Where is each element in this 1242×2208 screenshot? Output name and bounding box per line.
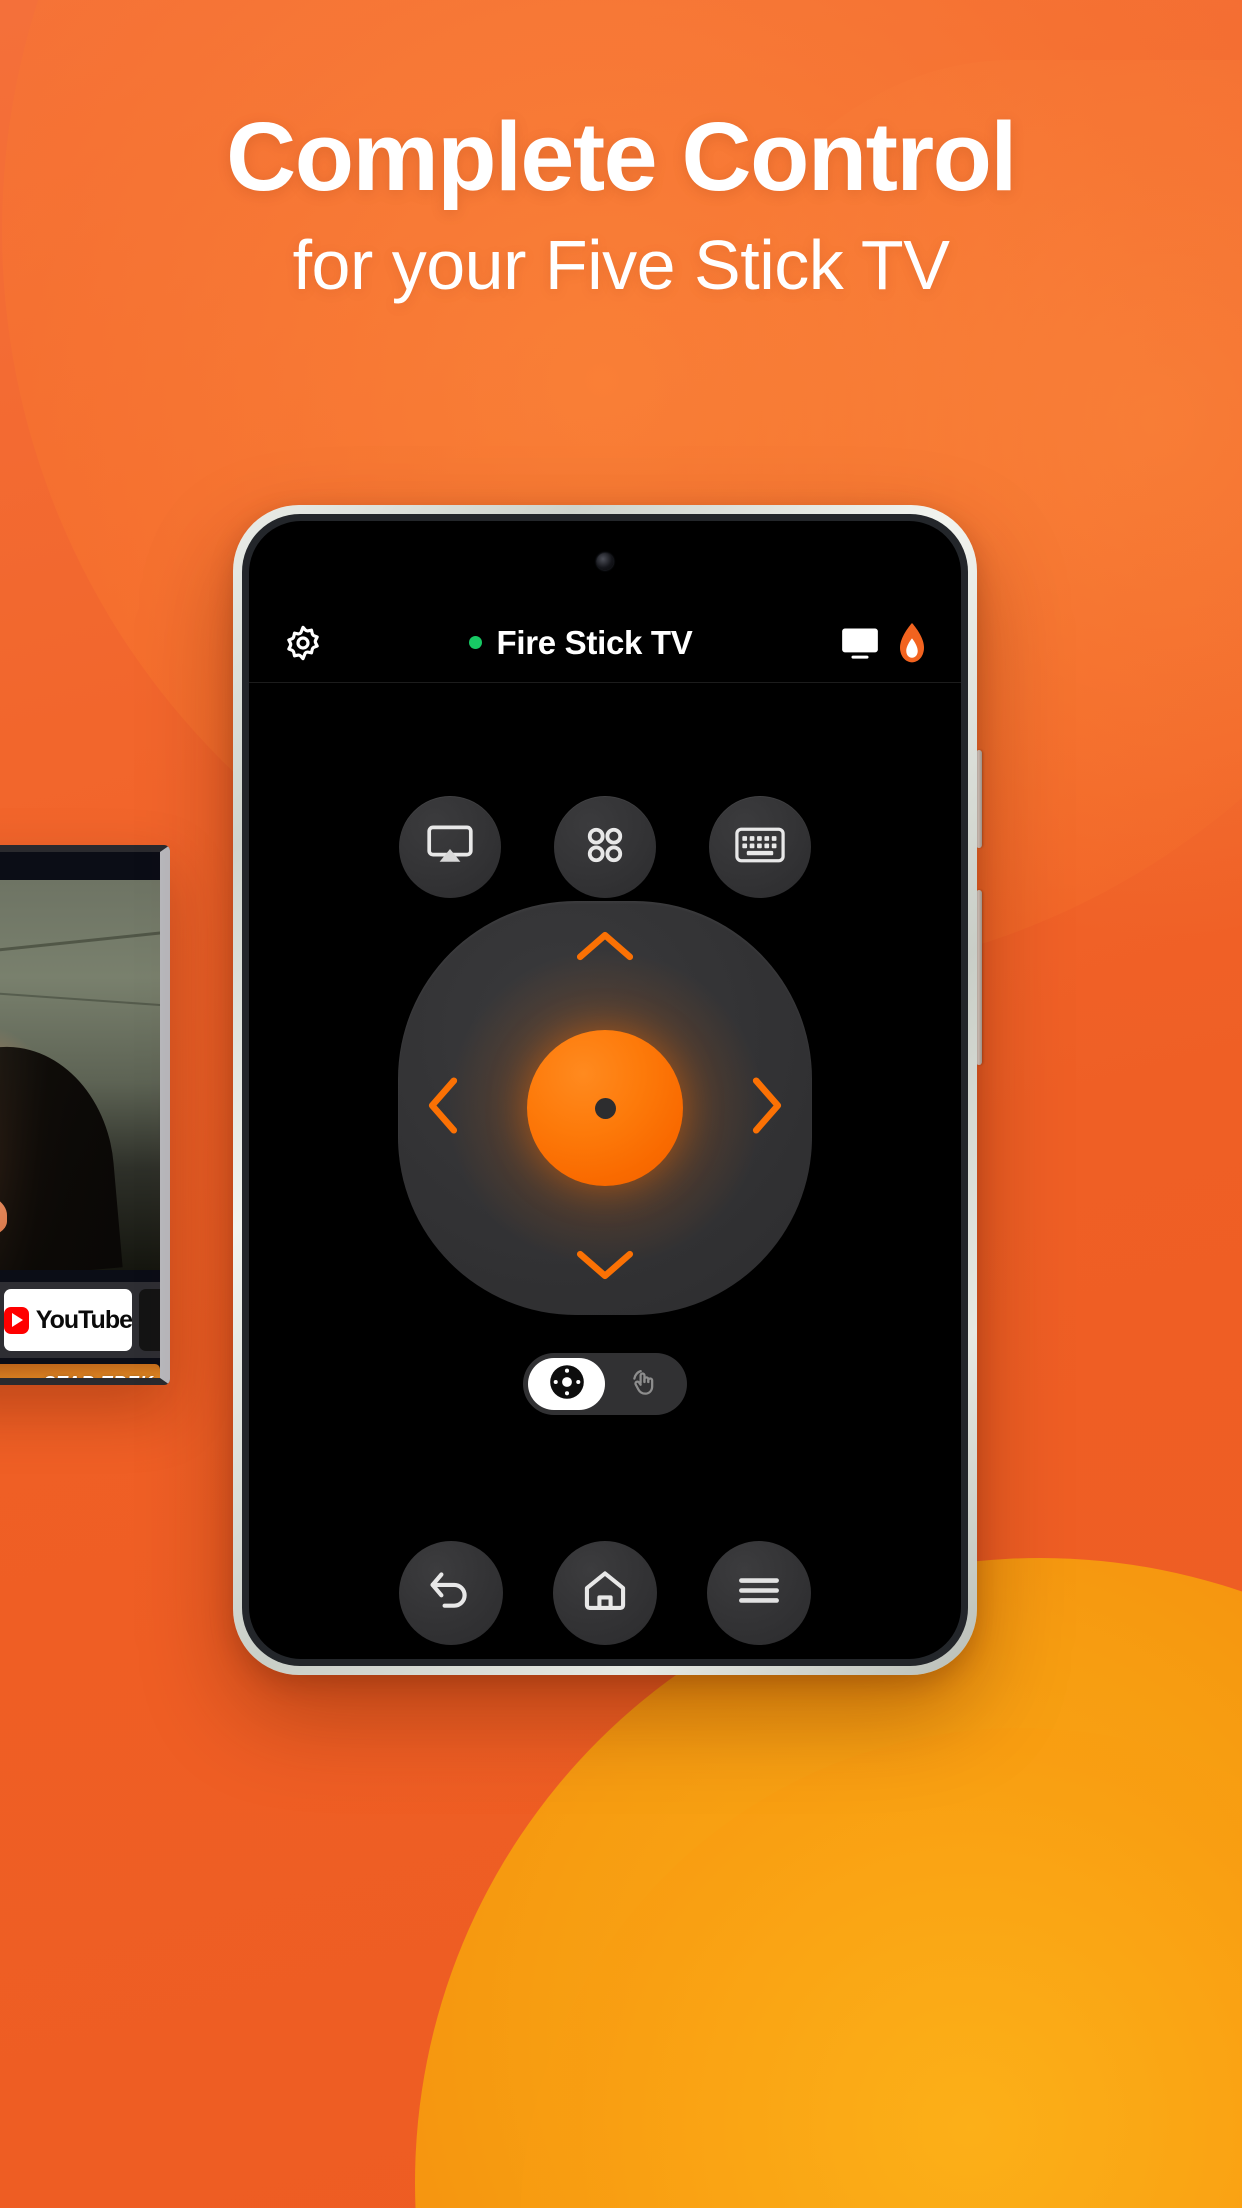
dpad-mode-icon (549, 1364, 585, 1405)
nav-row (249, 1541, 961, 1645)
dpad-ok-button[interactable] (527, 1030, 683, 1186)
mode-toggle[interactable] (523, 1353, 687, 1415)
mode-toggle-touchpad[interactable] (605, 1358, 682, 1410)
background-tv-device: TV YouTube STAR TREK P I C A Paramount+ … (0, 845, 170, 1385)
keyboard-icon (735, 827, 785, 868)
keyboard-button[interactable] (709, 796, 811, 898)
dpad-right-button[interactable] (748, 1075, 786, 1142)
app-tile-youtube: YouTube (4, 1289, 132, 1351)
dpad-down-button[interactable] (574, 1246, 636, 1289)
cast-button[interactable] (399, 796, 501, 898)
youtube-play-icon (4, 1306, 29, 1334)
hero-title: Complete Control (226, 102, 1017, 211)
status-online-dot (469, 636, 483, 649)
app-header: Fire Stick TV (249, 603, 961, 683)
dpad (398, 901, 812, 1315)
phone-mockup: Fire Stick TV (233, 505, 982, 1675)
app-tile-generic (139, 1289, 160, 1351)
flame-icon[interactable] (897, 622, 927, 663)
tv-hero-hair (0, 1038, 123, 1270)
phone-bezel: Fire Stick TV (242, 514, 968, 1666)
hand-gesture-icon (627, 1365, 661, 1404)
poster-star-trek-picard: STAR TREK P I C A Paramount+ ORIGINAL (0, 1364, 160, 1385)
hamburger-menu-icon (736, 1575, 782, 1611)
gear-icon[interactable] (283, 623, 323, 663)
dpad-up-button[interactable] (574, 927, 636, 970)
quick-action-row (249, 796, 961, 898)
header-actions (839, 622, 927, 663)
back-arrow-icon (427, 1568, 475, 1618)
device-status: Fire Stick TV (323, 624, 839, 662)
phone-frame: Fire Stick TV (233, 505, 977, 1675)
home-icon (582, 1569, 628, 1617)
phone-screen: Fire Stick TV (249, 521, 961, 1659)
poster-franchise-label: STAR TREK (43, 1373, 154, 1385)
back-button[interactable] (399, 1541, 503, 1645)
app-tile-label: YouTube (35, 1305, 132, 1334)
apps-grid-icon (583, 823, 627, 872)
tv-monitor-icon[interactable] (839, 626, 881, 660)
tv-app-row: TV YouTube (0, 1282, 160, 1358)
airplay-cast-icon (426, 824, 474, 871)
mode-toggle-dpad[interactable] (528, 1358, 605, 1410)
hero-text-block: Complete Control for your Five Stick TV (0, 102, 1242, 304)
dpad-left-button[interactable] (424, 1075, 462, 1142)
hero-subtitle: for your Five Stick TV (292, 225, 950, 304)
dpad-ok-nub (594, 1097, 616, 1119)
front-camera-icon (596, 553, 614, 570)
home-button[interactable] (553, 1541, 657, 1645)
apps-button[interactable] (554, 796, 656, 898)
menu-button[interactable] (707, 1541, 811, 1645)
device-name: Fire Stick TV (496, 623, 693, 661)
tv-hero-artwork (0, 880, 160, 1270)
